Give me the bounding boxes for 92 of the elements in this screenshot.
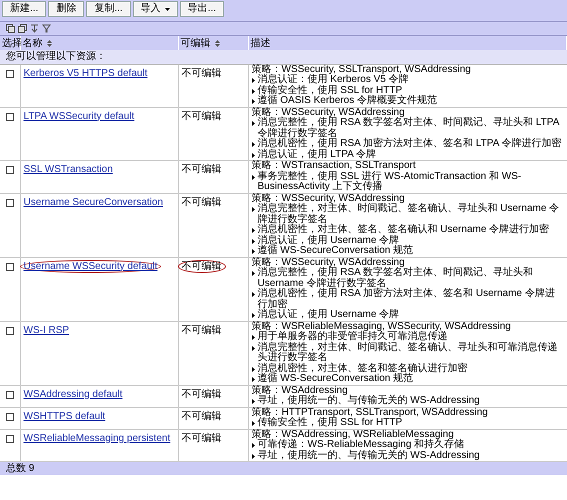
toolbar-button[interactable]: 新建... [2, 1, 46, 17]
description-item: 遵循 WS-SecureConversation 规范 [258, 374, 414, 384]
bullet-icon [252, 292, 254, 297]
editable-status: 不可编辑 [182, 110, 222, 122]
bullet-icon [252, 78, 254, 83]
toolbar-button[interactable]: 删除 [48, 1, 84, 17]
editable-status: 不可编辑 [182, 196, 222, 208]
bullet-icon [252, 399, 254, 404]
bullet-icon [252, 313, 254, 318]
total-count: 总数 9 [0, 462, 567, 475]
bullet-icon [252, 152, 254, 158]
description-item: 可靠传递：WS-ReliableMessaging 和持久存储 [258, 440, 464, 450]
description-item: 消息完整性，使用 RSA 数字签名对主体、时间戳记、寻址头和 Username 令牌进行数字签名 [258, 268, 534, 288]
description-item: 消息认证：使用 Kerberos V5 令牌 [258, 75, 409, 85]
policy-text: 策略：WSReliableMessaging, WSSecurity, WSAddressing [252, 322, 512, 332]
description-item: 消息机密性，对主体、签名和签名确认进行加密 [258, 364, 468, 374]
policy-text: 策略：HTTPTransport, SSLTransport, WSAddressing [252, 408, 489, 418]
description-item: 传输安全性，使用 SSL for HTTP [258, 418, 402, 428]
bullet-icon [252, 377, 254, 382]
description-item: 用于单服务器的非受管非持久可靠消息传递 [258, 332, 448, 342]
policy-text: 策略：WSSecurity, SSLTransport, WSAddressing [252, 64, 472, 74]
resource-link[interactable]: Kerberos V5 HTTPS default [24, 68, 148, 78]
row-checkbox[interactable] [6, 70, 14, 78]
editable-status: 不可编辑 [178, 260, 226, 272]
bullet-icon [252, 228, 254, 233]
row-checkbox[interactable] [6, 198, 14, 206]
description-item: 消息认证，使用 Username 令牌 [258, 236, 400, 246]
caret-icon [164, 8, 170, 10]
description-item: 消息机密性，对主体、签名、签名确认和 Username 令牌进行加密 [258, 225, 550, 235]
sort-icon[interactable] [30, 24, 39, 33]
resource-link[interactable]: WSAddressing default [24, 388, 122, 400]
row-checkbox[interactable] [6, 412, 14, 420]
policy-text: 策略：WSSecurity, WSAddressing [252, 194, 406, 204]
row-checkbox[interactable] [6, 434, 14, 442]
editable-status: 不可编辑 [182, 164, 222, 175]
sort-icon [46, 40, 52, 46]
bullet-icon [252, 366, 254, 372]
bullet-icon [252, 121, 254, 126]
row-checkbox[interactable] [6, 112, 14, 120]
description-item: 消息完整性，对主体、时间戳记、签名确认、寻址头和可靠消息传递头进行数字签名 [258, 342, 558, 363]
resource-link[interactable]: Username SecureConversation [24, 196, 164, 208]
bullet-icon [252, 238, 254, 244]
row-checkbox[interactable] [6, 166, 14, 174]
description-item: 传输安全性，使用 SSL for HTTP [258, 86, 402, 96]
bullet-icon [252, 142, 254, 147]
toolbar-button[interactable]: 复制... [86, 1, 131, 17]
bullet-icon [252, 335, 254, 340]
policy-text: 策略：WSSecurity, WSAddressing [252, 108, 405, 118]
filter-icon[interactable] [42, 24, 51, 33]
toolbar-button[interactable]: 导出... [180, 1, 224, 17]
description-item: 消息机密性，使用 RSA 加密方法对主体、签名和 Username 令牌进行加密 [258, 289, 556, 310]
bullet-icon [252, 249, 254, 254]
row-checkbox[interactable] [6, 390, 14, 398]
editable-status: 不可编辑 [182, 324, 222, 336]
description-item: 遵循 OASIS Kerberos 令牌概要文件规范 [258, 96, 437, 106]
bullet-icon [252, 454, 254, 458]
description-item: 事务完整性，使用 SSL 进行 WS-AtomicTransaction 和 WS-BusinessActivity 上下文传播 [258, 172, 522, 192]
editable-status: 不可编辑 [182, 388, 222, 400]
info-row: 您可以管理以下资源： [0, 50, 566, 64]
bullet-icon [252, 443, 254, 448]
description-item: 消息完整性，使用 RSA 数字签名对主体、时间戳记、寻址头和 LTPA 令牌进行数字签名 [258, 118, 560, 138]
description-item: 消息完整性，对主体、时间戳记、签名确认、寻址头和 Username 令牌进行数字签名 [258, 204, 560, 224]
description-item: 寻址，使用统一的、与传输无关的 WS-Addressing [258, 396, 480, 406]
editable-status: 不可编辑 [182, 410, 222, 422]
resource-link[interactable]: SSL WSTransaction [24, 164, 113, 175]
bullet-icon [252, 99, 254, 104]
editable-status: 不可编辑 [182, 68, 222, 78]
row-checkbox[interactable] [6, 326, 14, 334]
policy-text: 策略：WSAddressing [252, 386, 348, 396]
sort-icon [214, 40, 220, 46]
row-checkbox[interactable] [6, 262, 14, 270]
toolbar-button[interactable]: 导入 [132, 1, 178, 17]
description-item: 寻址，使用统一的、与传输无关的 WS-Addressing [258, 450, 480, 461]
description-item: 消息认证，使用 Username 令牌 [258, 310, 400, 320]
description-item: 消息机密性，使用 RSA 加密方法对主体、签名和 LTPA 令牌进行加密 [258, 139, 562, 149]
resource-link[interactable]: LTPA WSSecurity default [24, 110, 134, 122]
bullet-icon [252, 207, 254, 212]
description-item: 遵循 WS-SecureConversation 规范 [258, 246, 414, 256]
resource-link[interactable]: Username WSSecurity default [20, 260, 162, 272]
resource-link[interactable]: WSReliableMessaging persistent [24, 432, 170, 444]
resource-link[interactable]: WS-I RSP [24, 324, 70, 336]
policy-text: 策略：WSAddressing, WSReliableMessaging [252, 430, 454, 440]
bullet-icon [252, 174, 254, 180]
bullet-icon [252, 271, 254, 276]
bullet-icon [252, 421, 254, 426]
policy-text: 策略：WSTransaction, SSLTransport [252, 161, 417, 171]
description-item: 消息认证，使用 LTPA 令牌 [258, 150, 376, 160]
bullet-icon [252, 88, 254, 94]
bullet-icon [252, 346, 254, 350]
policy-text: 策略：WSSecurity, WSAddressing [252, 258, 405, 268]
resource-link[interactable]: WSHTTPS default [24, 410, 106, 422]
editable-status: 不可编辑 [182, 432, 222, 444]
